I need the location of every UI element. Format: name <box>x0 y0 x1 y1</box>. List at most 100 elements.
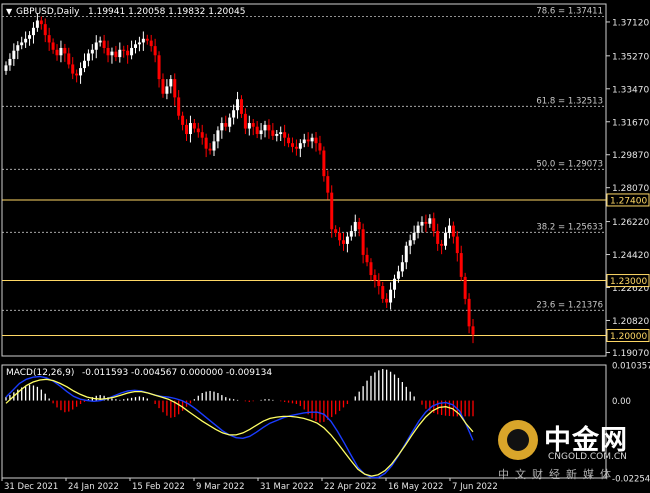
chart-symbol: GBPUSD,Daily <box>16 7 80 17</box>
price-axis-label: 1.24420 <box>612 251 649 261</box>
candle-body <box>432 218 436 232</box>
candle-body <box>149 40 153 47</box>
candle-body <box>98 40 102 43</box>
candle-body <box>239 99 243 114</box>
candle-body <box>361 229 365 255</box>
candle-body <box>381 286 385 299</box>
candle-body <box>208 148 212 151</box>
candle-body <box>4 65 8 71</box>
candle-body <box>334 229 338 233</box>
candle-body <box>20 42 24 46</box>
candle-body <box>67 53 71 65</box>
candle-body <box>90 49 94 54</box>
candle-body <box>369 262 373 276</box>
candle-body <box>271 130 275 136</box>
candle-body <box>373 275 377 281</box>
candle-body <box>389 289 393 303</box>
time-axis-label: 31 Dec 2021 <box>4 482 58 492</box>
candle-body <box>8 58 12 66</box>
candle-body <box>353 221 357 232</box>
candle-body <box>86 53 90 61</box>
candle-body <box>393 278 397 290</box>
candle-body <box>177 97 181 116</box>
time-axis-label: 7 Jun 2022 <box>452 482 498 492</box>
candle-body <box>110 51 114 56</box>
candle-body <box>377 280 381 287</box>
price-axis-label: 1.28070 <box>612 184 649 194</box>
candle-body <box>310 137 314 142</box>
candle-body <box>59 47 63 56</box>
candle-body <box>192 123 196 129</box>
candle-body <box>39 20 43 25</box>
candle-body <box>169 79 173 87</box>
candle-body <box>220 123 224 131</box>
candle-body <box>161 79 165 94</box>
candle-body <box>200 132 204 138</box>
candle-body <box>75 73 79 76</box>
candle-body <box>247 123 251 129</box>
candle-body <box>287 137 291 144</box>
candle-body <box>173 79 177 98</box>
candle-body <box>451 225 455 237</box>
fib-level-label: 50.0 = 1.29073 <box>536 159 603 169</box>
candle-body <box>357 221 361 230</box>
price-axis-label: 1.31670 <box>612 118 649 128</box>
price-axis-label: 1.19070 <box>612 349 649 359</box>
candle-body <box>79 68 83 76</box>
candle-body <box>275 134 279 136</box>
title-triangle-icon: ▼ <box>6 7 13 16</box>
candle-body <box>94 42 98 50</box>
candle-body <box>467 298 471 327</box>
candle-body <box>283 132 287 138</box>
fib-level-label: 61.8 = 1.32513 <box>536 96 603 106</box>
candle-body <box>424 221 428 224</box>
candle-body <box>118 49 122 58</box>
candle-body <box>345 236 349 244</box>
candle-body <box>102 40 106 48</box>
macd-axis-label: -0.022547 <box>612 475 650 485</box>
candle-body <box>326 176 330 193</box>
price-axis-label: 1.33470 <box>612 85 649 95</box>
time-axis-label: 15 Feb 2022 <box>132 482 185 492</box>
candle-body <box>228 117 232 127</box>
candle-body <box>137 42 141 45</box>
candle-body <box>236 99 240 111</box>
candle-body <box>216 130 220 142</box>
watermark-domain: CNGOLD.COM.CN <box>548 452 627 462</box>
candle-body <box>408 240 412 246</box>
price-axis-label: 1.20820 <box>612 317 649 327</box>
candle-body <box>181 115 185 125</box>
price-axis-label: 1.37120 <box>612 18 649 28</box>
candle-body <box>341 240 345 244</box>
macd-axis-label: 0.010357 <box>612 362 650 372</box>
candle-body <box>153 46 157 56</box>
candle-body <box>106 47 110 56</box>
candle-body <box>436 231 440 244</box>
level-price-label: 1.23000 <box>610 277 647 287</box>
candle-body <box>145 38 149 41</box>
candle-body <box>134 44 138 48</box>
candle-body <box>385 298 389 303</box>
time-axis-label: 9 Mar 2022 <box>196 482 244 492</box>
candle-body <box>126 50 130 56</box>
candle-body <box>400 262 404 272</box>
candle-body <box>16 45 20 51</box>
candle-body <box>188 123 192 135</box>
candle-body <box>294 146 298 149</box>
candle-body <box>444 232 448 246</box>
price-axis-label: 1.29870 <box>612 151 649 161</box>
candle-body <box>157 55 161 80</box>
chart-ohlc: 1.19941 1.20058 1.19832 1.20045 <box>88 7 245 17</box>
fib-level-label: 78.6 = 1.37411 <box>536 7 603 17</box>
candle-body <box>447 225 451 233</box>
level-price-label: 1.20000 <box>610 332 647 342</box>
price-axis-label: 1.35270 <box>612 52 649 62</box>
candle-body <box>204 137 208 149</box>
candle-body <box>338 232 342 241</box>
candle-body <box>71 64 75 74</box>
candle-body <box>51 42 55 50</box>
candle-body <box>263 124 267 131</box>
candle-body <box>82 60 86 69</box>
candle-body <box>122 49 126 51</box>
watermark-slogan: 中文财经新媒体 <box>498 468 617 481</box>
